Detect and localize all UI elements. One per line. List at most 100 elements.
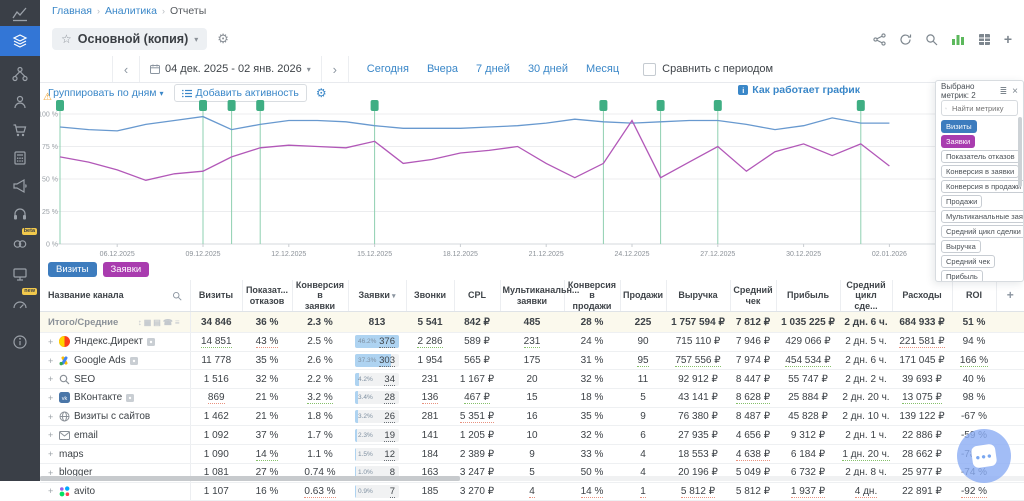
export-table-icon[interactable] <box>978 33 991 46</box>
sidebar-item-funnel[interactable] <box>0 62 40 86</box>
quick-filter-30days[interactable]: 30 дней <box>528 63 568 75</box>
sidebar-item-support[interactable] <box>0 202 40 226</box>
sidebar-item-marketing[interactable] <box>0 174 40 198</box>
report-selector[interactable]: ☆ Основной (копия) ▾ <box>52 28 207 50</box>
channel-name[interactable]: email <box>74 430 98 441</box>
search-icon[interactable] <box>925 33 938 46</box>
column-header[interactable]: Конверсия в продажи <box>564 280 620 312</box>
metric-chip[interactable]: Средний чек <box>941 255 995 268</box>
leads-value[interactable]: 376 <box>379 336 395 348</box>
date-range-picker[interactable]: 04 дек. 2025 - 02 янв. 2026 ▾ <box>139 56 322 82</box>
legend-chip[interactable]: Заявки <box>103 262 150 277</box>
channel-name[interactable]: Google Ads <box>74 355 126 366</box>
sidebar-item-analytics[interactable] <box>0 2 40 26</box>
metric-chip[interactable]: Выручка <box>941 240 981 253</box>
column-header[interactable]: Продажи <box>620 280 666 312</box>
sidebar-item-speed[interactable]: new <box>0 292 40 316</box>
breadcrumb-analytics[interactable]: Аналитика <box>105 5 157 17</box>
sidebar-item-reports-active[interactable] <box>0 26 40 56</box>
leads-value[interactable]: 7 <box>390 486 395 498</box>
leads-value[interactable]: 28 <box>384 392 395 404</box>
legend-chip[interactable]: Визиты <box>48 262 97 277</box>
warning-icon[interactable]: ⚠ <box>43 92 52 103</box>
column-header[interactable]: Визиты <box>190 280 242 312</box>
channel-search-icon[interactable] <box>172 291 182 301</box>
expand-icon[interactable]: + <box>48 486 55 496</box>
quick-filter-today[interactable]: Сегодня <box>367 63 409 75</box>
sidebar-item-info[interactable] <box>0 330 40 354</box>
column-header[interactable]: Средний чек <box>730 280 776 312</box>
expand-icon[interactable]: + <box>48 337 55 347</box>
breadcrumb-home[interactable]: Главная <box>52 5 92 17</box>
totals-tools-icons[interactable]: ↕▦▤☎≡ <box>138 318 182 327</box>
report-settings-gear-icon[interactable]: ⚙ <box>217 31 229 47</box>
leads-value[interactable]: 34 <box>384 374 395 386</box>
metric-chip[interactable]: Конверсия в заявки <box>941 165 1019 178</box>
prev-period-button[interactable]: ‹ <box>113 62 139 77</box>
metrics-list-icon[interactable]: ≣ <box>1000 86 1008 97</box>
expand-icon[interactable]: + <box>48 393 55 403</box>
sidebar-item-integrations[interactable]: beta <box>0 232 40 256</box>
compare-period-checkbox[interactable] <box>643 63 656 76</box>
channel-name[interactable]: Визиты с сайтов <box>74 411 150 422</box>
metric-search-input[interactable] <box>950 103 1014 114</box>
add-column-button[interactable]: + <box>996 280 1024 312</box>
close-icon[interactable]: × <box>1012 86 1018 97</box>
expand-icon[interactable]: + <box>48 449 55 459</box>
share-icon[interactable] <box>873 33 886 46</box>
column-header[interactable]: Выручка <box>666 280 730 312</box>
scrollbar-thumb[interactable] <box>40 476 460 481</box>
panel-scrollbar[interactable] <box>1018 117 1022 187</box>
sidebar-item-sites[interactable] <box>0 262 40 286</box>
add-report-button[interactable]: + <box>1004 31 1012 47</box>
next-period-button[interactable]: › <box>322 62 348 77</box>
leads-value[interactable]: 19 <box>384 430 395 442</box>
expand-icon[interactable]: + <box>48 374 55 384</box>
expand-icon[interactable]: + <box>48 356 55 366</box>
metric-chip[interactable]: Средний цикл сделки <box>941 225 1024 238</box>
metric-chip[interactable]: Заявки <box>941 135 975 148</box>
channel-name[interactable]: maps <box>59 449 83 460</box>
sidebar-item-audience[interactable] <box>0 90 40 114</box>
column-header[interactable]: Звонки <box>406 280 454 312</box>
metric-chip[interactable]: Визиты <box>941 120 977 133</box>
line-chart[interactable]: 100 %75 %50 %25 %0 %06.12.202509.12.2025… <box>40 98 1024 262</box>
channel-name[interactable]: SEO <box>74 374 95 385</box>
leads-value[interactable]: 26 <box>384 411 395 423</box>
column-header[interactable]: ROI <box>952 280 996 312</box>
channel-name[interactable]: Яндекс.Директ <box>74 336 143 347</box>
quick-filter-month[interactable]: Месяц <box>586 63 619 75</box>
metric-chip[interactable]: Мультиканальные заявки <box>941 210 1024 223</box>
column-header[interactable]: Средний цикл сде... <box>840 280 892 312</box>
value-cell: 1 516 <box>190 370 242 389</box>
column-header[interactable]: Показат... отказов <box>242 280 292 312</box>
column-header-channel[interactable]: Название канала <box>40 280 190 312</box>
channel-name[interactable]: ВКонтакте <box>74 392 122 403</box>
metric-chip[interactable]: Прибыль <box>941 270 983 282</box>
refresh-icon[interactable] <box>899 33 912 46</box>
sidebar-item-sales[interactable] <box>0 118 40 142</box>
expand-icon[interactable]: + <box>48 430 55 440</box>
chat-widget-button[interactable]: ●●● <box>957 429 1011 483</box>
leads-value[interactable]: 303 <box>379 355 395 367</box>
value-cell: 35 % <box>242 351 292 370</box>
column-header[interactable]: Заявки▾ <box>348 280 406 312</box>
metric-chip[interactable]: Продажи <box>941 195 982 208</box>
metric-chip[interactable]: Показатель отказов <box>941 150 1020 163</box>
column-header[interactable]: CPL <box>454 280 500 312</box>
column-header[interactable]: Мультиканальн... заявки <box>500 280 564 312</box>
sidebar-item-expenses[interactable] <box>0 146 40 170</box>
quick-filter-7days[interactable]: 7 дней <box>476 63 510 75</box>
channel-name[interactable]: avito <box>74 486 95 497</box>
quick-filter-yesterday[interactable]: Вчера <box>427 63 458 75</box>
expand-icon[interactable]: + <box>48 412 55 422</box>
star-icon[interactable]: ☆ <box>61 32 72 46</box>
column-header[interactable]: Расходы <box>892 280 952 312</box>
metric-search[interactable] <box>941 100 1018 116</box>
metric-chip[interactable]: Конверсия в продажи <box>941 180 1024 193</box>
chart-view-icon[interactable] <box>951 33 965 46</box>
column-header[interactable]: Конверсия в заявки <box>292 280 348 312</box>
leads-value[interactable]: 12 <box>384 449 395 461</box>
how-chart-works-link[interactable]: i Как работает график <box>738 84 860 96</box>
column-header[interactable]: Прибыль <box>776 280 840 312</box>
